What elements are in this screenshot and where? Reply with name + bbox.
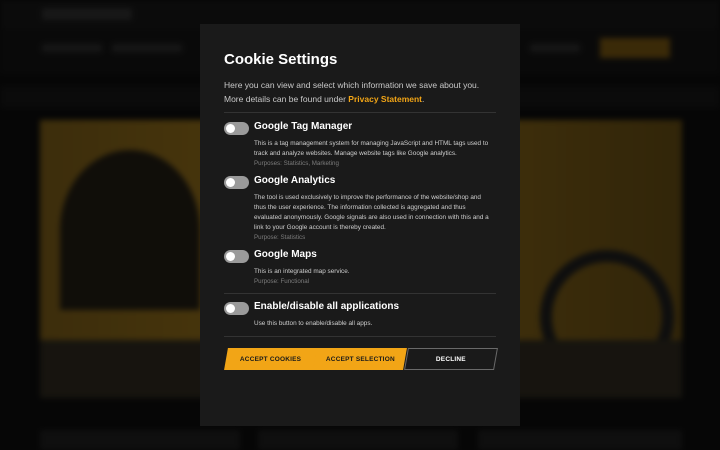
accept-selection-label: ACCEPT SELECTION bbox=[325, 355, 395, 363]
privacy-statement-link[interactable]: Privacy Statement bbox=[348, 94, 422, 104]
consent-item-description: The tool is used exclusively to improve … bbox=[254, 194, 489, 231]
consent-item-purpose: Purpose: Functional bbox=[254, 278, 310, 285]
accept-selection-button[interactable]: ACCEPT SELECTION bbox=[313, 348, 407, 370]
intro-end: . bbox=[422, 94, 425, 104]
consent-item-title: Google Analytics bbox=[254, 175, 336, 186]
dialog-title: Cookie Settings bbox=[224, 51, 338, 68]
decline-button[interactable]: DECLINE bbox=[404, 348, 498, 370]
consent-item-description: This is a tag management system for mana… bbox=[254, 140, 489, 157]
consent-item-title: Enable/disable all applications bbox=[254, 301, 400, 312]
divider bbox=[224, 112, 496, 113]
google-tag-manager-toggle[interactable] bbox=[224, 122, 249, 135]
divider bbox=[224, 293, 496, 294]
toggle-knob bbox=[226, 178, 235, 187]
consent-item-description: This is an integrated map service. bbox=[254, 268, 350, 275]
divider bbox=[224, 336, 496, 337]
consent-item-description: Use this button to enable/disable all ap… bbox=[254, 320, 373, 327]
google-analytics-toggle[interactable] bbox=[224, 176, 249, 189]
consent-item-purpose: Purposes: Statistics, Marketing bbox=[254, 160, 339, 167]
google-maps-toggle[interactable] bbox=[224, 250, 249, 263]
consent-item-title: Google Maps bbox=[254, 249, 317, 260]
accept-cookies-label: ACCEPT COOKIES bbox=[240, 355, 302, 363]
toggle-knob bbox=[226, 124, 235, 133]
consent-item-title: Google Tag Manager bbox=[254, 121, 353, 132]
all-applications-toggle[interactable] bbox=[224, 302, 249, 315]
dialog-intro: Here you can view and select which infor… bbox=[224, 78, 496, 106]
toggle-knob bbox=[226, 252, 235, 261]
consent-item-purpose: Purpose: Statistics bbox=[254, 234, 306, 241]
accept-cookies-button[interactable]: ACCEPT COOKIES bbox=[224, 348, 318, 370]
toggle-knob bbox=[226, 304, 235, 313]
decline-label: DECLINE bbox=[436, 355, 466, 363]
